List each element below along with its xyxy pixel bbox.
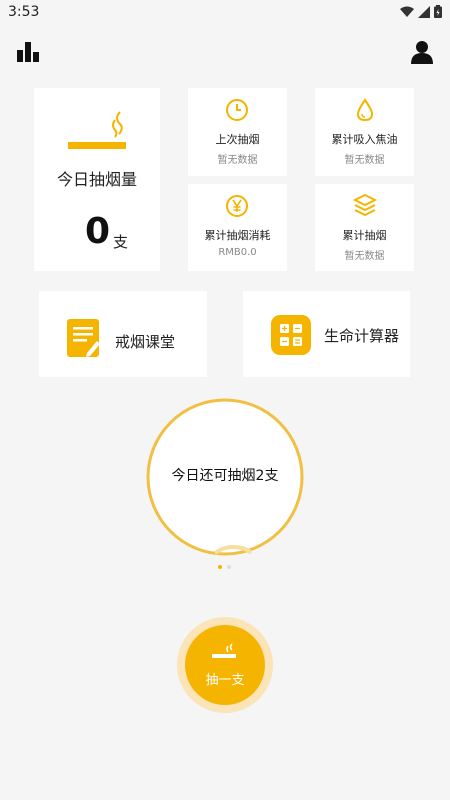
cigarette-icon bbox=[68, 111, 126, 149]
quit-classroom-button[interactable]: 戒烟课堂 bbox=[39, 291, 207, 377]
remaining-text: 今日还可抽烟2支 bbox=[171, 468, 279, 484]
tar-card: 累计吸入焦油 暂无数据 bbox=[315, 88, 414, 176]
profile-button[interactable] bbox=[410, 40, 434, 64]
battery-icon bbox=[434, 5, 442, 18]
total-card: 累计抽烟 暂无数据 bbox=[315, 184, 414, 271]
total-label: 累计抽烟 bbox=[342, 229, 387, 242]
stats-button[interactable] bbox=[16, 40, 42, 64]
today-count: 0 bbox=[85, 211, 111, 252]
signal-icon bbox=[418, 5, 430, 18]
clock-icon bbox=[226, 99, 248, 121]
tar-label: 累计吸入焦油 bbox=[331, 133, 398, 146]
calculator-icon bbox=[271, 315, 311, 355]
quit-classroom-label: 戒烟课堂 bbox=[115, 333, 176, 351]
drop-icon bbox=[356, 98, 374, 122]
spent-label: 累计抽烟消耗 bbox=[204, 229, 271, 242]
spent-value: RMB0.0 bbox=[218, 247, 257, 258]
today-unit: 支 bbox=[113, 233, 129, 251]
last-smoke-card: 上次抽烟 暂无数据 bbox=[188, 88, 287, 176]
wifi-icon bbox=[400, 6, 414, 17]
page-dot-active[interactable] bbox=[218, 565, 222, 569]
cigarette-icon bbox=[212, 643, 236, 658]
tar-value: 暂无数据 bbox=[344, 155, 385, 166]
page-dot[interactable] bbox=[227, 565, 231, 569]
last-smoke-value: 暂无数据 bbox=[217, 155, 258, 166]
status-time: 3:53 bbox=[8, 4, 40, 20]
notebook-icon bbox=[67, 319, 100, 357]
today-label: 今日抽烟量 bbox=[56, 170, 137, 189]
last-smoke-label: 上次抽烟 bbox=[215, 133, 260, 146]
layers-icon bbox=[353, 193, 377, 217]
status-bar: 3:53 bbox=[0, 0, 450, 26]
yen-icon bbox=[226, 195, 248, 217]
life-calculator-label: 生命计算器 bbox=[324, 327, 400, 345]
life-calculator-button[interactable]: 生命计算器 bbox=[243, 291, 410, 377]
today-smoke-card: 今日抽烟量 0 支 bbox=[34, 88, 160, 271]
status-icons bbox=[400, 5, 442, 18]
spent-card: 累计抽烟消耗 RMB0.0 bbox=[188, 184, 287, 271]
smoke-one-button[interactable] bbox=[185, 625, 265, 705]
smoke-one-label: 抽一支 bbox=[205, 673, 245, 688]
user-icon bbox=[411, 41, 433, 64]
total-value: 暂无数据 bbox=[344, 251, 385, 262]
bar-chart-icon bbox=[17, 42, 39, 62]
